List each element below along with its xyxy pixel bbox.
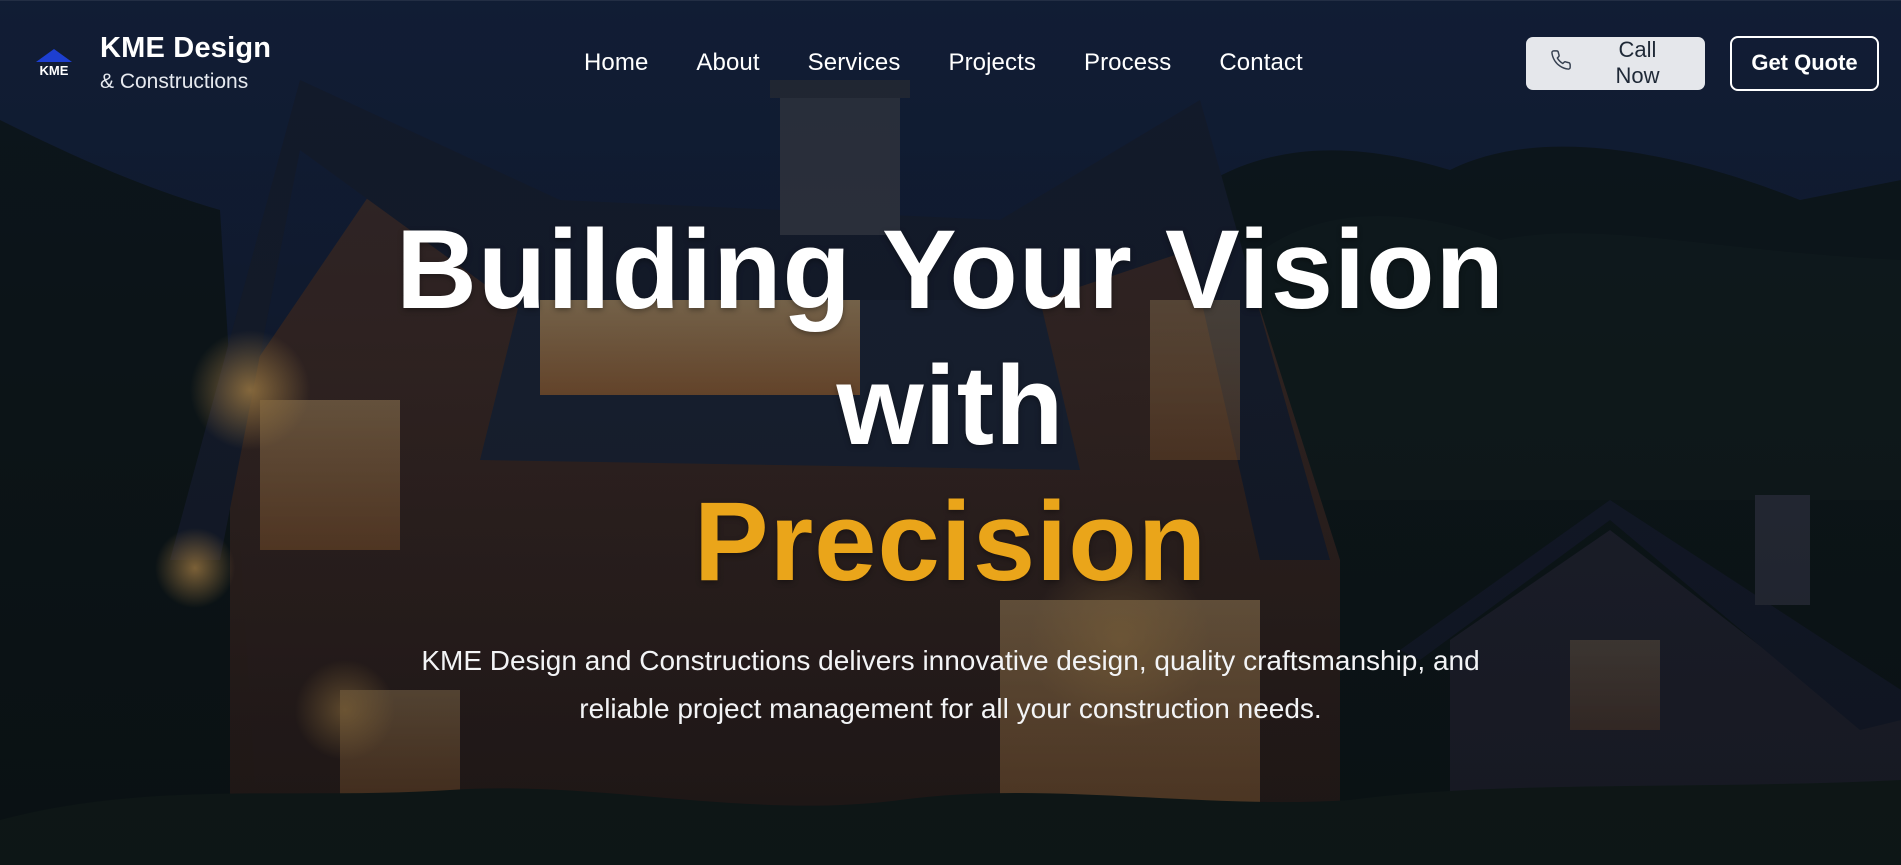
brand-subtitle: & Constructions <box>100 69 249 93</box>
main-nav: Home About Services Projects Process Con… <box>584 49 1303 77</box>
brand-name: KME Design <box>100 32 272 65</box>
description-line-2: reliable project management for all your… <box>579 693 1322 724</box>
headline-line-2: with <box>836 343 1065 468</box>
nav-link-process[interactable]: Process <box>1084 49 1171 77</box>
headline-line-1: Building Your Vision <box>396 207 1505 332</box>
headline-accent: Precision <box>693 479 1208 604</box>
nav-link-home[interactable]: Home <box>584 49 648 77</box>
nav-link-services[interactable]: Services <box>808 49 901 77</box>
hero-section: KME KME Design & Constructions Home Abou… <box>0 0 1901 865</box>
get-quote-button[interactable]: Get Quote <box>1730 35 1879 91</box>
call-now-button[interactable]: Call Now <box>1526 36 1705 90</box>
site-header: KME KME Design & Constructions Home Abou… <box>0 0 1901 125</box>
nav-link-about[interactable]: About <box>696 49 759 77</box>
hero-description: KME Design and Constructions delivers in… <box>0 637 1901 733</box>
hero-headline: Building Your Vision with Precision <box>0 202 1901 610</box>
nav-link-projects[interactable]: Projects <box>948 49 1036 77</box>
logo-text: KME <box>40 63 69 78</box>
description-line-1: KME Design and Constructions delivers in… <box>421 645 1480 676</box>
house-roof-logo-icon: KME <box>34 46 74 80</box>
brand-logo-link[interactable]: KME KME Design & Constructions <box>34 32 504 93</box>
nav-link-contact[interactable]: Contact <box>1219 49 1302 77</box>
header-actions: Call Now Get Quote <box>1526 35 1879 91</box>
phone-icon <box>1550 49 1572 77</box>
call-now-label: Call Now <box>1615 37 1660 88</box>
